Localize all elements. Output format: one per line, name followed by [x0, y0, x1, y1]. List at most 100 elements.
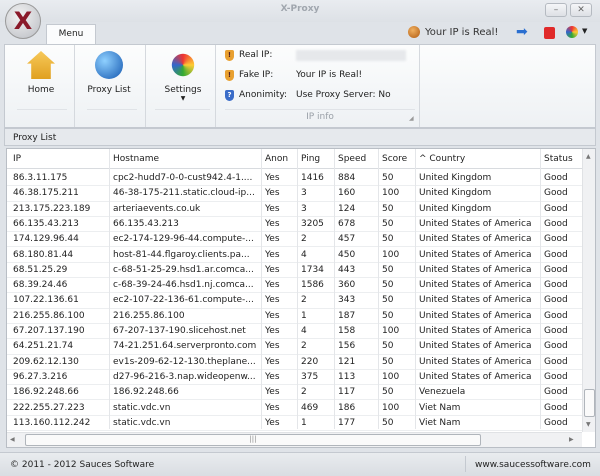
table-row[interactable]: 113.160.112.242 static.vdc.vn Yes 1 177 50 Vie…: [7, 416, 582, 432]
close-button[interactable]: ✕: [570, 3, 592, 17]
cell-ip: 86.3.11.175: [13, 173, 68, 183]
cell-ping: 2: [301, 387, 307, 398]
cell-country: United States of America: [419, 280, 532, 291]
copyright-text: © 2011 - 2012 Sauces Software: [10, 460, 155, 470]
cell-status: Good: [544, 387, 568, 398]
cell-status: Good: [544, 249, 568, 260]
column-divider[interactable]: [415, 149, 416, 429]
home-button[interactable]: Home: [13, 49, 69, 111]
cell-ip: 213.175.223.189: [13, 203, 91, 214]
table-row[interactable]: 107.22.136.61 ec2-107-22-136-61.compute-.…: [7, 293, 582, 309]
scroll-up-icon[interactable]: ▲: [586, 153, 591, 160]
column-divider[interactable]: [334, 149, 335, 429]
column-header-status[interactable]: Status: [544, 154, 582, 164]
cell-ip: 66.135.43.213: [13, 218, 79, 229]
table-row[interactable]: 64.251.21.74 74-21.251.64.serverpronto.co…: [7, 339, 582, 355]
cell-speed: 160: [338, 188, 356, 199]
vertical-scroll-thumb[interactable]: [584, 389, 595, 417]
stop-icon[interactable]: [544, 27, 555, 39]
cell-score: 50: [382, 310, 394, 321]
column-header-ip[interactable]: IP: [13, 154, 111, 164]
cell-status: Good: [544, 417, 568, 428]
cell-ping: 4: [301, 326, 307, 336]
scroll-left-icon[interactable]: ◀: [10, 436, 15, 443]
cell-anon: Yes: [265, 218, 280, 229]
cell-anon: Yes: [265, 264, 280, 275]
cell-score: 100: [382, 249, 400, 260]
table-row[interactable]: 68.39.24.46 c-68-39-24-46.hsd1.nj.comca..…: [7, 278, 582, 294]
cell-speed: 186: [338, 402, 356, 413]
connect-arrow-icon[interactable]: ➡: [516, 24, 528, 40]
cell-country: United Kingdom: [419, 173, 492, 183]
table-row[interactable]: 216.255.86.100 216.255.86.100 Yes 1 187 50 Uni…: [7, 309, 582, 324]
cell-ping: 4: [301, 249, 307, 260]
anonimity-row: ? Anonimity: Use Proxy Server: No: [225, 88, 391, 102]
table-header: IP Hostname Anon Ping Speed Score ^ Country Sta…: [7, 149, 582, 169]
table-row[interactable]: 222.255.27.223 static.vdc.vn Yes 469 186 100 V…: [7, 401, 582, 416]
table-row[interactable]: 66.135.43.213 66.135.43.213 Yes 3205 678 50 Un…: [7, 217, 582, 233]
table-row[interactable]: 186.92.248.66 186.92.248.66 Yes 2 117 50 Venez…: [7, 385, 582, 401]
cell-score: 50: [382, 203, 394, 214]
cell-anon: Yes: [265, 280, 280, 291]
cell-country: Venezuela: [419, 387, 466, 398]
cell-ip: 64.251.21.74: [13, 341, 74, 352]
table-row[interactable]: 67.207.137.190 67-207-137-190.slicehost.n…: [7, 324, 582, 340]
cell-score: 50: [382, 341, 394, 352]
table-row[interactable]: 209.62.12.130 ev1s-209-62-12-130.theplane…: [7, 355, 582, 370]
scroll-right-icon[interactable]: ▶: [569, 436, 574, 443]
cell-score: 50: [382, 417, 394, 428]
table-row[interactable]: 96.27.3.216 d27-96-216-3.nap.wideopenw...…: [7, 370, 582, 386]
cell-country: United States of America: [419, 356, 532, 367]
cell-speed: 457: [338, 234, 356, 245]
table-row[interactable]: 68.180.81.44 host-81-44.flgaroy.clients.p…: [7, 248, 582, 263]
cell-country: Viet Nam: [419, 417, 461, 428]
column-header-speed[interactable]: Speed: [338, 154, 380, 164]
cell-speed: 124: [338, 203, 356, 214]
horizontal-scroll-thumb[interactable]: |||: [25, 434, 481, 446]
shield-warning-icon: !: [225, 69, 234, 81]
settings-button[interactable]: Settings ▼: [153, 49, 213, 111]
cell-speed: 678: [338, 218, 356, 229]
minimize-button[interactable]: –: [545, 3, 567, 17]
column-divider[interactable]: [297, 149, 298, 429]
cell-status: Good: [544, 326, 568, 336]
website-link[interactable]: www.saucessoftware.com: [475, 460, 591, 470]
cell-country: United Kingdom: [419, 203, 492, 214]
status-bar: © 2011 - 2012 Sauces Software www.sauces…: [0, 452, 600, 476]
column-header-anon[interactable]: Anon: [265, 154, 299, 164]
column-header-ping[interactable]: Ping: [301, 154, 336, 164]
column-divider[interactable]: [378, 149, 379, 429]
table-row[interactable]: 174.129.96.44 ec2-174-129-96-44.compute-.…: [7, 232, 582, 248]
cell-anon: Yes: [265, 203, 280, 214]
cell-hostname: c-68-51-25-29.hsd1.ar.comca...: [113, 264, 254, 275]
cell-status: Good: [544, 356, 568, 367]
cell-status: Good: [544, 295, 568, 306]
cell-status: Good: [544, 402, 568, 413]
scroll-down-icon[interactable]: ▼: [586, 421, 591, 428]
table-row[interactable]: 68.51.25.29 c-68-51-25-29.hsd1.ar.comca..…: [7, 263, 582, 279]
app-logo-button[interactable]: X: [5, 3, 41, 39]
column-divider[interactable]: [261, 149, 262, 429]
column-divider[interactable]: [109, 149, 110, 429]
tab-menu[interactable]: Menu: [46, 24, 96, 45]
column-header-country[interactable]: ^ Country: [419, 154, 541, 164]
table-row[interactable]: 213.175.223.189 arteriaevents.co.uk Yes 3 12…: [7, 202, 582, 217]
dialog-launcher-icon[interactable]: ◢: [409, 115, 414, 122]
cell-anon: Yes: [265, 417, 280, 428]
column-header-hostname[interactable]: Hostname: [113, 154, 263, 164]
window-title: X-Proxy: [280, 4, 320, 14]
color-theme-icon[interactable]: [566, 26, 578, 38]
fake-ip-label: Fake IP:: [239, 70, 274, 80]
chevron-down-icon[interactable]: ▼: [582, 27, 587, 35]
cell-score: 50: [382, 234, 394, 245]
column-header-score[interactable]: Score: [382, 154, 417, 164]
cell-country: United States of America: [419, 218, 532, 229]
table-row[interactable]: 86.3.11.175 cpc2-hudd7-0-0-cust942.4-1...…: [7, 171, 582, 187]
fake-ip-row: ! Fake IP: Your IP is Real!: [225, 68, 362, 82]
cell-ping: 1734: [301, 264, 324, 275]
table-row[interactable]: 46.38.175.211 46-38-175-211.static.cloud-…: [7, 186, 582, 202]
proxy-list-button[interactable]: Proxy List: [81, 49, 137, 111]
vertical-scrollbar[interactable]: ▲ ▼: [582, 149, 595, 432]
column-divider[interactable]: [540, 149, 541, 429]
horizontal-scrollbar[interactable]: ◀ ||| ▶: [7, 432, 582, 447]
